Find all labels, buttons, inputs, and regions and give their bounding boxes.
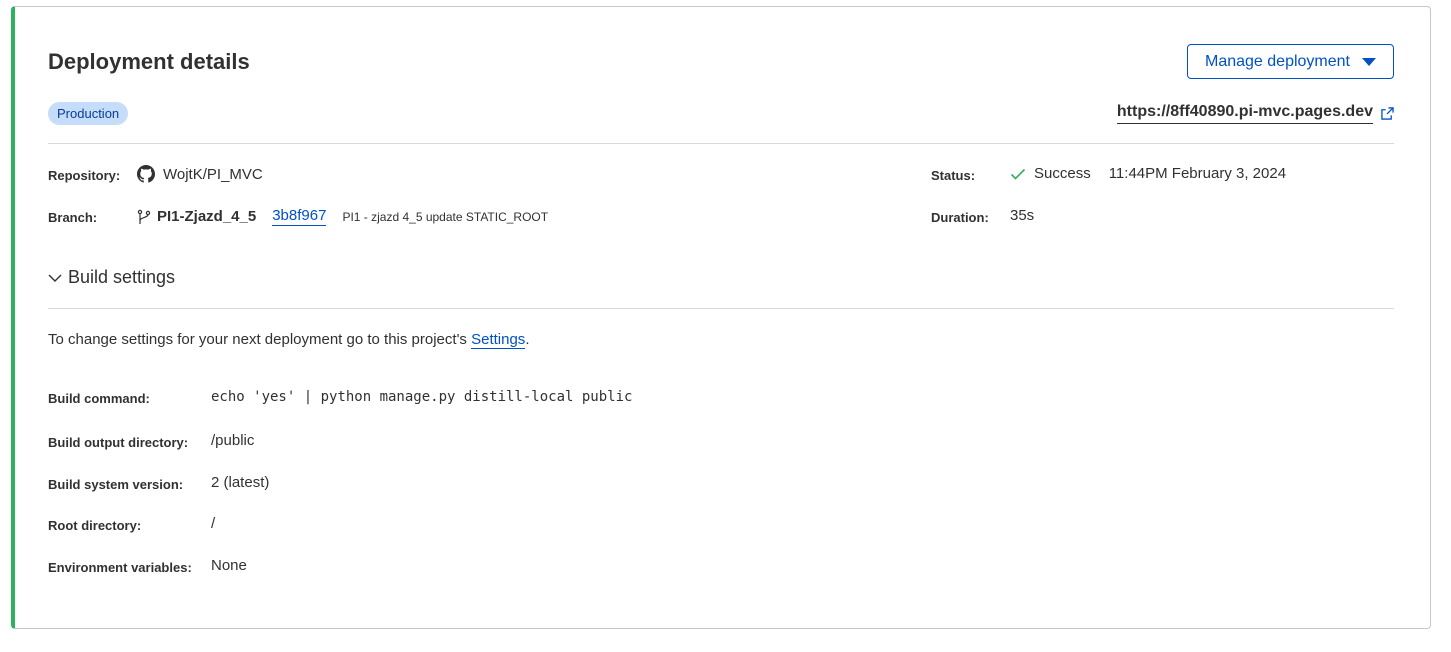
- env-variables-value: None: [211, 557, 247, 574]
- commit-message: PI1 - zjazd 4_5 update STATIC_ROOT: [342, 209, 549, 224]
- caret-down-icon: [1361, 57, 1376, 66]
- env-variables-label: Environment variables:: [48, 560, 192, 575]
- build-command-label: Build command:: [48, 391, 150, 406]
- settings-note-text: To change settings for your next deploym…: [48, 331, 472, 348]
- build-command-value: echo 'yes' | python manage.py distill-lo…: [211, 389, 633, 405]
- environment-badge: Production: [48, 102, 129, 125]
- page-title: Deployment details: [48, 49, 250, 74]
- manage-deployment-button[interactable]: Manage deployment: [1187, 44, 1394, 79]
- repository-name[interactable]: WojtK/PI_MVC: [163, 166, 263, 183]
- build-output-dir-value: /public: [211, 432, 255, 449]
- external-link-icon[interactable]: [1381, 107, 1394, 120]
- status-label: Status:: [931, 168, 976, 183]
- branch-label: Branch:: [48, 210, 98, 225]
- repository-value: WojtK/PI_MVC: [137, 165, 263, 183]
- build-system-version-value: 2 (latest): [211, 474, 270, 491]
- deployment-url-link[interactable]: https://8ff40890.pi-mvc.pages.dev: [1116, 103, 1373, 124]
- branch-value: PI1-Zjazd_4_5 3b8f967 PI1 - zjazd 4_5 up…: [137, 207, 548, 226]
- check-icon: [1010, 168, 1026, 180]
- branch-name: PI1-Zjazd_4_5: [157, 208, 257, 225]
- divider-build: [48, 308, 1394, 309]
- root-directory-label: Root directory:: [48, 518, 142, 533]
- deployment-url-group: https://8ff40890.pi-mvc.pages.dev: [1116, 103, 1394, 124]
- duration-label: Duration:: [931, 210, 989, 225]
- repository-label: Repository:: [48, 168, 121, 183]
- status-value: Success 11:44PM February 3, 2024: [1010, 165, 1286, 182]
- settings-note: To change settings for your next deploym…: [48, 331, 530, 349]
- branch-icon: [137, 209, 151, 224]
- settings-link[interactable]: Settings: [471, 331, 526, 349]
- build-settings-label: Build settings: [68, 267, 176, 287]
- divider-top: [48, 143, 1394, 144]
- deployment-timestamp: 11:44PM February 3, 2024: [1108, 165, 1287, 182]
- build-system-version-label: Build system version:: [48, 477, 184, 492]
- build-settings-toggle[interactable]: Build settings: [48, 267, 175, 288]
- build-output-dir-label: Build output directory:: [48, 435, 189, 450]
- github-icon: [137, 165, 155, 183]
- settings-note-suffix: .: [525, 331, 530, 348]
- deployment-details-card: Deployment details Manage deployment Pro…: [11, 6, 1431, 629]
- chevron-down-icon: [48, 274, 62, 282]
- root-directory-value: /: [211, 515, 216, 532]
- commit-hash-link[interactable]: 3b8f967: [272, 207, 327, 226]
- manage-deployment-label: Manage deployment: [1205, 52, 1350, 70]
- duration-value: 35s: [1010, 207, 1035, 224]
- status-text: Success: [1034, 165, 1091, 182]
